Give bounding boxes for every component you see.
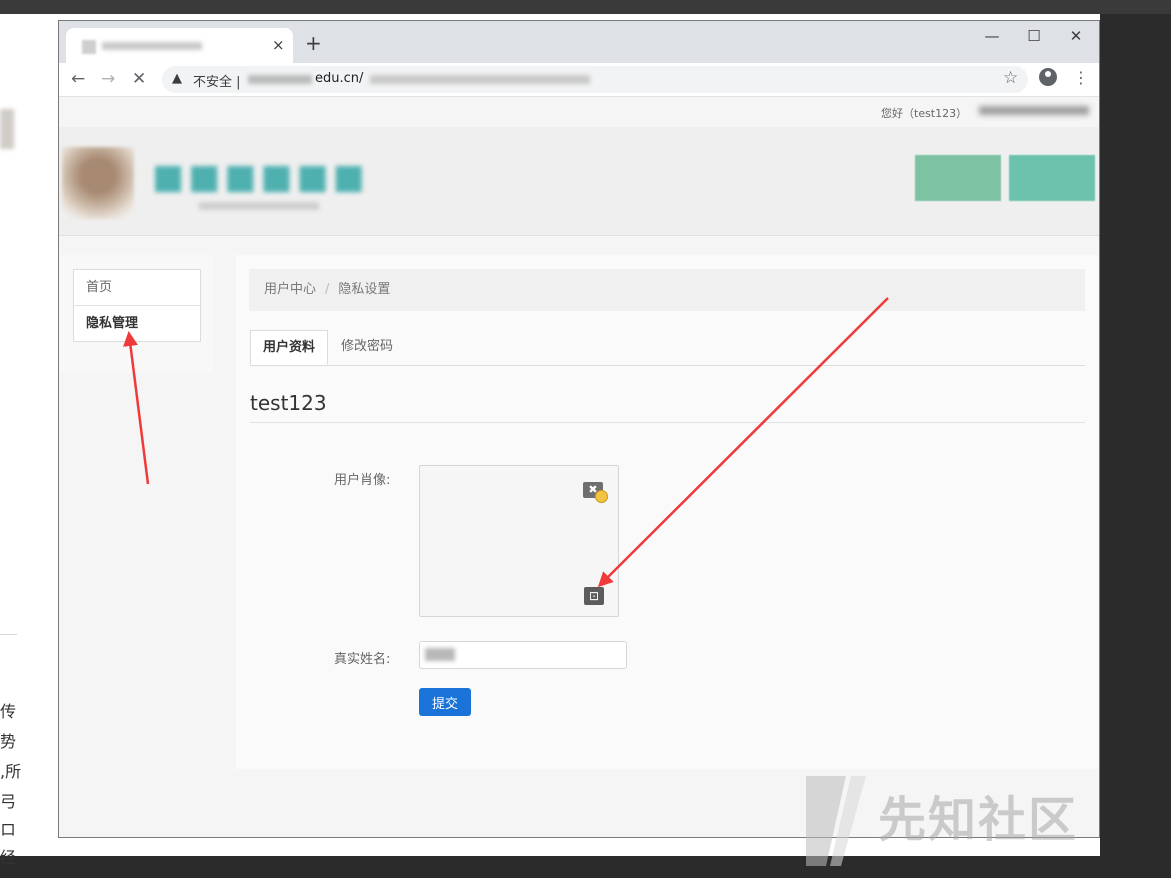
tab-user-profile[interactable]: 用户资料 [250,330,329,365]
doc-text-line: 弓 [0,792,17,811]
profile-tabs: 用户资料 修改密码 [250,330,1085,366]
stop-loading-button[interactable]: ✕ [132,69,146,89]
breadcrumb-user-center[interactable]: 用户中心 [264,269,316,311]
address-bar[interactable]: ▲ 不安全 | edu.cn/ [162,66,1028,93]
doc-text-line: 经 [0,848,17,867]
browser-menu-icon[interactable]: ⋮ [1073,68,1089,87]
sidebar-menu: 首页 隐私管理 [73,269,201,342]
sidebar-item-privacy[interactable]: 隐私管理 [74,305,200,341]
site-header: ■■■■■■ [59,127,1099,236]
top-info-bar: 您好（test123） [59,97,1099,128]
doc-text-line: ロ [0,820,17,839]
doc-text-line: 势 [0,732,17,751]
breadcrumb: 用户中心 / 隐私设置 [249,269,1085,311]
watermark-logo-icon [806,776,866,866]
minimize-button[interactable]: — [979,27,1005,45]
new-tab-button[interactable]: + [305,33,322,53]
main-content: 用户中心 / 隐私设置 用户资料 修改密码 test123 用户肖像: ✖ ⊡ 真实… [236,255,1099,769]
account-avatar-icon[interactable] [1039,68,1057,86]
watermark: 先知社区 [806,776,1166,866]
realname-value-redacted [425,648,455,661]
submit-button[interactable]: 提交 [419,688,471,716]
sidebar-item-home[interactable]: 首页 [74,270,200,305]
document-top-strip [0,0,1171,14]
tab-change-password[interactable]: 修改密码 [329,330,405,365]
close-tab-icon[interactable]: × [272,36,285,54]
breadcrumb-separator: / [325,282,330,297]
browser-toolbar: ← → ✕ ▲ 不安全 | edu.cn/ ☆ ⋮ [59,63,1099,97]
site-logo [62,147,134,219]
maximize-button[interactable]: ☐ [1021,27,1047,45]
browser-window: × + — ☐ ✕ ← → ✕ ▲ 不安全 | edu.cn/ ☆ ⋮ 您好（t… [58,20,1100,838]
doc-text-line: 传 [0,702,17,721]
user-links-redacted[interactable] [979,106,1089,115]
warning-icon: ▲ [172,71,182,86]
back-button[interactable]: ← [71,69,85,89]
breadcrumb-privacy-settings: 隐私设置 [338,282,391,297]
site-subtitle-redacted [199,202,319,210]
url-text: edu.cn/ [315,71,364,86]
avatar-upload-box[interactable]: ✖ ⊡ [419,465,619,617]
browser-tab[interactable]: × [66,28,293,63]
watermark-text: 先知社区 [878,792,1079,848]
security-label: 不安全 | [193,75,241,90]
crop-avatar-icon[interactable]: ⊡ [584,587,604,605]
tab-title-redacted [102,42,202,50]
url-redacted-host [248,75,312,84]
realname-label: 真实姓名: [334,652,391,667]
site-title-redacted: ■■■■■■ [152,157,369,197]
url-redacted-path [370,75,590,84]
sidebar: 首页 隐私管理 [59,255,213,373]
close-window-button[interactable]: ✕ [1063,27,1089,45]
greeting-text: 您好（test123） [881,107,968,120]
forward-button[interactable]: → [101,69,115,89]
doc-text-line: ,所 [0,762,22,781]
remove-avatar-icon[interactable]: ✖ [583,482,608,503]
bookmark-star-icon[interactable]: ☆ [1003,68,1018,88]
header-button-redacted-1[interactable] [915,155,1001,201]
divider [250,422,1085,423]
tab-strip: × + — ☐ ✕ [59,21,1099,63]
doc-image-fragment [0,109,14,149]
profile-username: test123 [250,391,327,415]
doc-divider [0,634,17,635]
favicon-icon [82,40,96,54]
header-button-redacted-2[interactable] [1009,155,1095,201]
web-page: 您好（test123） ■■■■■■ 首页 隐私管理 用户中心 / 隐私设置 用户资… [59,97,1099,837]
avatar-label: 用户肖像: [334,473,391,488]
